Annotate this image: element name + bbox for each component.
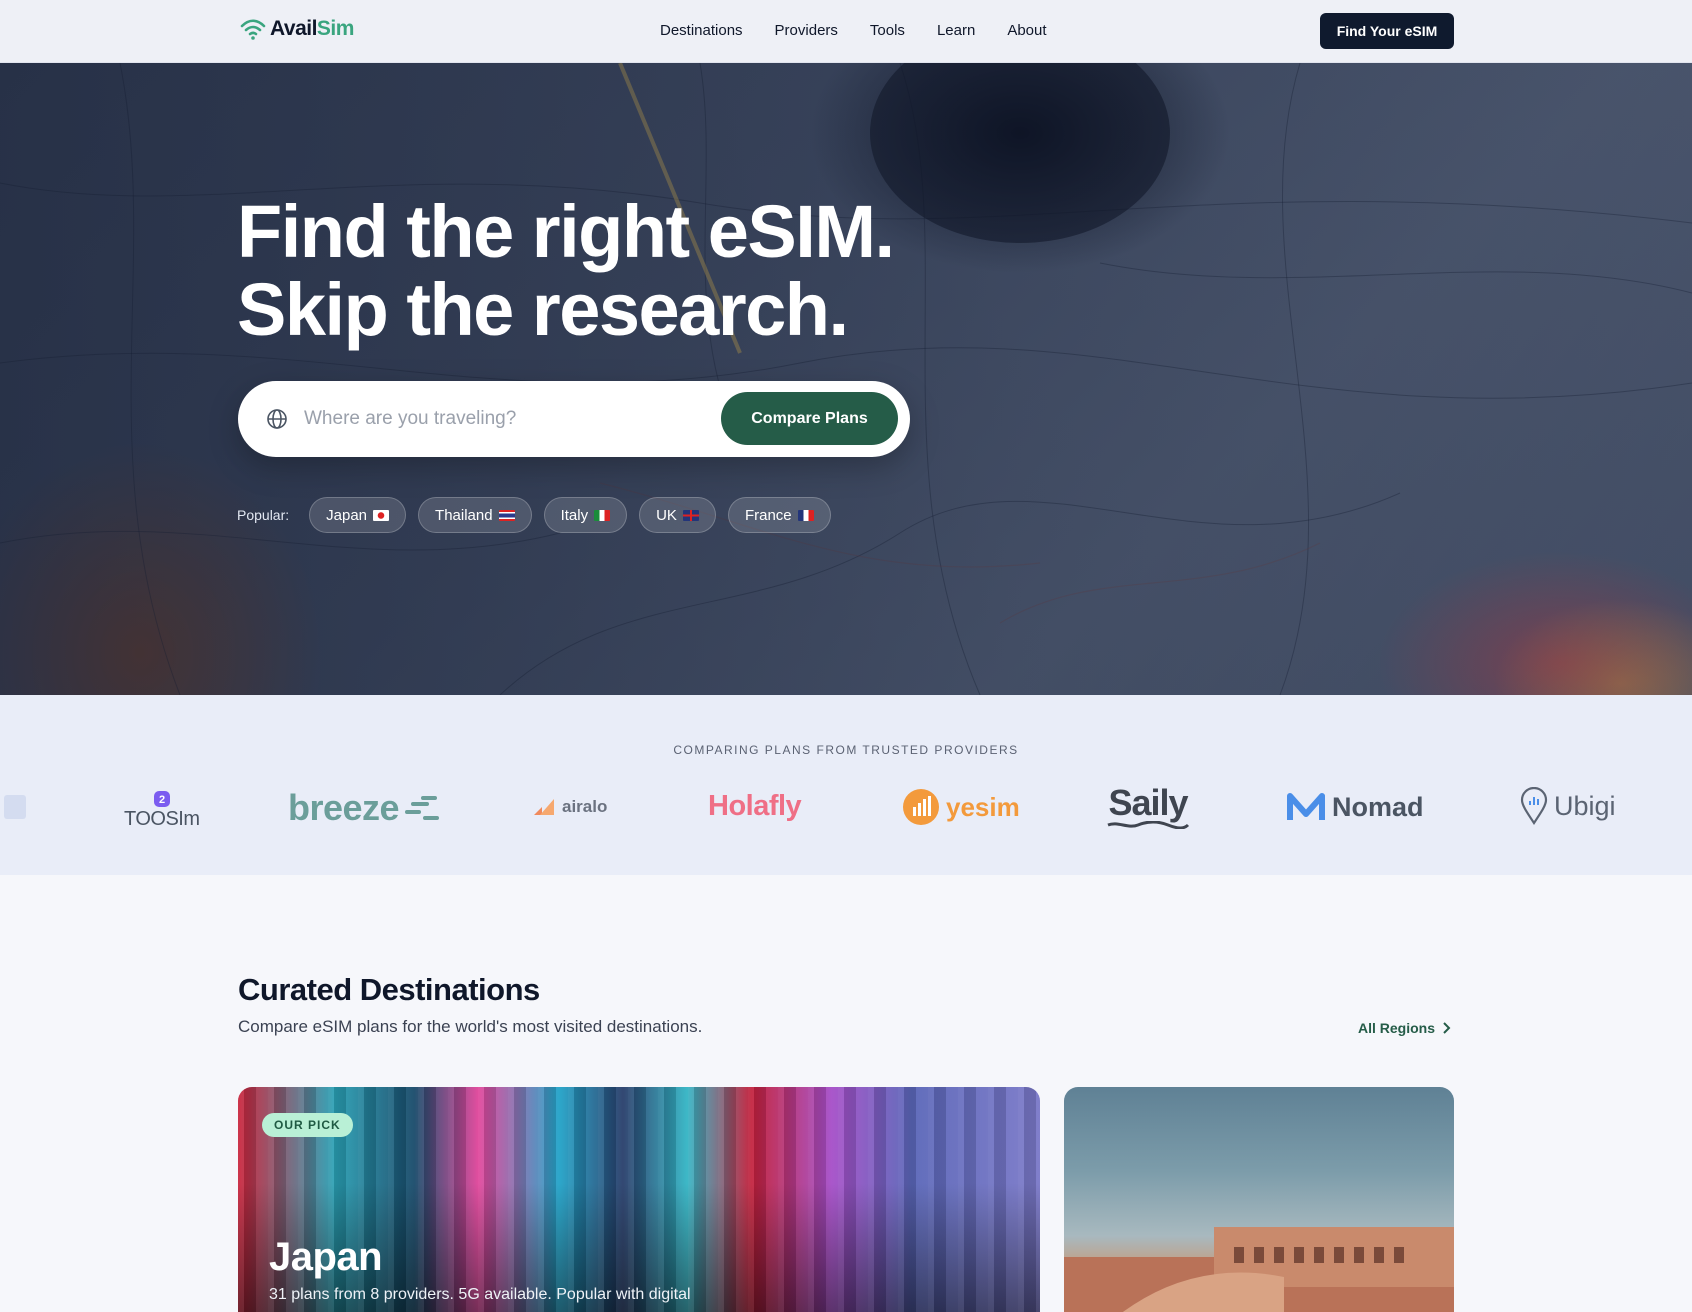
- provider-logo-breeze[interactable]: breeze: [288, 787, 440, 829]
- toosim-mark-icon: 2: [153, 791, 170, 807]
- top-nav: AvailSim Destinations Providers Tools Le…: [0, 0, 1692, 63]
- yesim-mark-icon: [903, 789, 939, 825]
- nomad-mark-icon: [1287, 793, 1325, 820]
- provider-logo-saily[interactable]: Saily: [1106, 785, 1190, 829]
- provider-logo-nomad[interactable]: Nomad: [1286, 790, 1424, 824]
- card-description: 31 plans from 8 providers. 5G available.…: [269, 1286, 691, 1303]
- chevron-right-icon: [1443, 1022, 1451, 1034]
- section-subtitle: Compare eSIM plans for the world's most …: [238, 1017, 703, 1036]
- find-esim-button[interactable]: Find Your eSIM: [1320, 13, 1454, 49]
- destination-card-japan[interactable]: OUR PICK Japan 31 plans from 8 providers…: [238, 1087, 1040, 1312]
- destination-search: Compare Plans: [238, 381, 910, 457]
- provider-logo-yesim[interactable]: yesim: [902, 788, 1020, 826]
- popular-chip-italy[interactable]: Italy: [543, 497, 628, 533]
- globe-icon: [267, 409, 287, 429]
- provider-logo-airalo[interactable]: airalo: [532, 797, 607, 817]
- popular-chip-france[interactable]: France: [727, 497, 831, 533]
- compare-plans-button[interactable]: Compare Plans: [721, 392, 898, 445]
- japan-flag-icon: [373, 509, 390, 521]
- nav-link-tools[interactable]: Tools: [870, 22, 905, 39]
- provider-logo-holafly[interactable]: Holafly: [708, 790, 802, 823]
- hero-title-line1: Find the right eSIM.: [237, 190, 895, 273]
- thailand-flag-icon: [498, 509, 515, 521]
- hero-title: Find the right eSIM. Skip the research.: [237, 190, 895, 351]
- saily-wave-icon: [1107, 821, 1190, 829]
- provider-logo-partial: [4, 795, 26, 819]
- hero-title-line2: Skip the research.: [237, 268, 849, 351]
- nav-link-about[interactable]: About: [1007, 22, 1046, 39]
- ubigi-pin-icon: [1520, 787, 1548, 825]
- providers-strip: COMPARING PLANS FROM TRUSTED PROVIDERS 2…: [0, 695, 1692, 875]
- section-title: Curated Destinations: [238, 972, 540, 1007]
- hero: Find the right eSIM. Skip the research. …: [0, 63, 1692, 695]
- our-pick-badge: OUR PICK: [262, 1113, 353, 1137]
- destination-card-venice[interactable]: [1064, 1087, 1454, 1312]
- nav-link-learn[interactable]: Learn: [937, 22, 975, 39]
- popular-destinations: Popular: Japan Thailand Italy UK France: [237, 497, 831, 533]
- logo[interactable]: AvailSim: [240, 17, 354, 41]
- providers-title: COMPARING PLANS FROM TRUSTED PROVIDERS: [673, 743, 1019, 757]
- popular-chip-uk[interactable]: UK: [639, 497, 716, 533]
- airalo-mark-icon: [534, 799, 554, 815]
- card-title: Japan: [269, 1235, 383, 1279]
- nav-link-destinations[interactable]: Destinations: [660, 22, 743, 39]
- wifi-logo-icon: [240, 19, 266, 40]
- all-regions-link[interactable]: All Regions: [1358, 1020, 1451, 1036]
- france-flag-icon: [797, 509, 814, 521]
- venice-card-image: [1064, 1227, 1454, 1312]
- nav-link-providers[interactable]: Providers: [775, 22, 838, 39]
- hero-overlay: [0, 63, 1692, 695]
- popular-label: Popular:: [237, 507, 290, 523]
- uk-flag-icon: [682, 509, 699, 521]
- breeze-wind-icon: [405, 796, 440, 820]
- logo-text: AvailSim: [270, 17, 354, 40]
- destination-search-input[interactable]: [304, 401, 684, 437]
- main-nav: Destinations Providers Tools Learn About: [660, 22, 1047, 39]
- popular-chip-thailand[interactable]: Thailand: [418, 497, 532, 533]
- popular-chip-japan[interactable]: Japan: [309, 497, 407, 533]
- provider-logo-toosim[interactable]: 2 TOOSIm: [124, 790, 200, 831]
- provider-logo-ubigi[interactable]: Ubigi: [1520, 787, 1616, 825]
- svg-text:2: 2: [159, 794, 165, 806]
- italy-flag-icon: [594, 509, 611, 521]
